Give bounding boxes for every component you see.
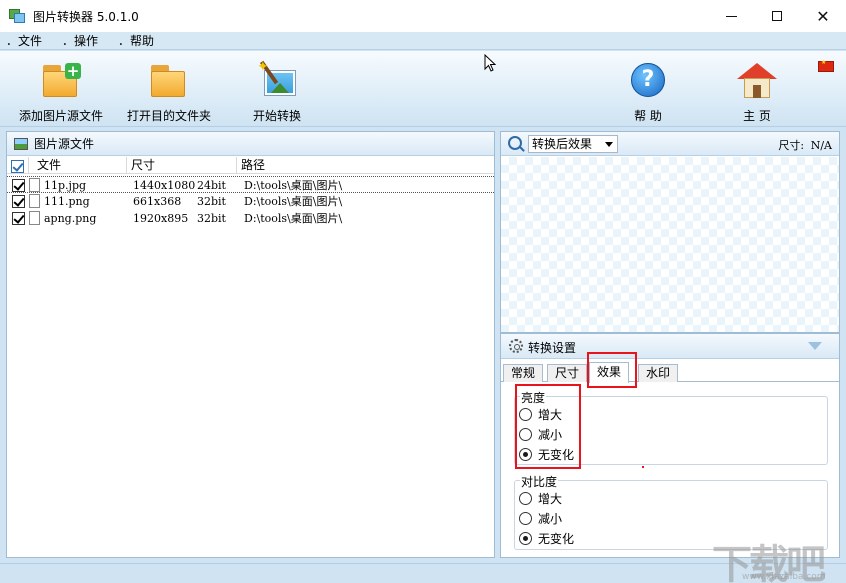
open-target-folder-button[interactable]: 打开目的文件夹: [126, 51, 212, 127]
folder-icon: [149, 63, 189, 99]
home-icon: [737, 63, 777, 99]
menu-operation[interactable]: ．操作: [62, 32, 98, 49]
size-label: 尺寸:: [778, 139, 805, 152]
title-bar: 图片转换器 5.0.1.0 ✕: [0, 0, 846, 32]
table-row[interactable]: 11p.jpg 1440x1080 24bit D:\tools\桌面\图片\: [7, 176, 494, 193]
open-target-label: 打开目的文件夹: [126, 109, 211, 123]
source-panel-header: 图片源文件: [7, 132, 494, 156]
minimize-button[interactable]: [708, 0, 754, 32]
tab-size[interactable]: 尺寸: [547, 364, 588, 382]
chevron-down-icon: [605, 142, 613, 147]
annotation-dot: [642, 466, 644, 468]
column-file[interactable]: 文件: [29, 157, 127, 174]
maximize-icon: [772, 11, 782, 21]
file-icon: [29, 211, 40, 225]
file-bit-depth: 32bit: [197, 195, 226, 208]
watermark-url: www.xiazaiba.com: [742, 572, 826, 582]
row-checkbox[interactable]: [12, 179, 25, 192]
file-path: D:\tools\桌面\图片\: [244, 212, 343, 225]
tab-general[interactable]: 常规: [503, 364, 544, 382]
home-label: 主 页: [743, 109, 771, 123]
image-icon: [14, 137, 28, 150]
preview-header: 转换后效果 尺寸: N/A: [501, 132, 839, 156]
settings-tabs: 常规 尺寸 效果 水印: [501, 362, 839, 383]
select-all-checkbox[interactable]: [11, 159, 24, 173]
collapse-arrow-icon[interactable]: [808, 342, 822, 350]
size-value: N/A: [810, 139, 832, 152]
tab-watermark[interactable]: 水印: [638, 364, 679, 382]
contrast-decrease-radio[interactable]: 减小: [519, 510, 562, 526]
contrast-title: 对比度: [520, 473, 559, 490]
preview-size: 尺寸: N/A: [778, 137, 832, 153]
source-files-panel: 图片源文件 文件 尺寸 路径 11p.jpg 1440x1080 24bit D…: [6, 131, 495, 558]
file-path: D:\tools\桌面\图片\: [244, 195, 343, 208]
window-title: 图片转换器 5.0.1.0: [33, 9, 139, 24]
close-icon: ✕: [816, 6, 830, 26]
file-bit-depth: 32bit: [197, 212, 226, 225]
add-source-button[interactable]: + 添加图片源文件: [18, 51, 104, 127]
china-flag-icon[interactable]: ★: [818, 59, 834, 72]
row-checkbox[interactable]: [12, 212, 25, 225]
start-convert-button[interactable]: ✦ 开始转换: [250, 51, 304, 127]
minimize-icon: [725, 15, 737, 17]
file-path: D:\tools\桌面\图片\: [244, 179, 343, 192]
add-folder-icon: +: [41, 63, 81, 99]
column-path[interactable]: 路径: [237, 157, 494, 174]
table-row[interactable]: apng.png 1920x895 32bit D:\tools\桌面\图片\: [7, 210, 494, 227]
contrast-nochange-radio[interactable]: 无变化: [519, 530, 574, 546]
contrast-increase-radio[interactable]: 增大: [519, 490, 562, 506]
radio-icon: [519, 511, 532, 525]
file-resolution: 661x368: [133, 195, 182, 208]
settings-title: 转换设置: [528, 341, 577, 355]
help-button[interactable]: ? 帮 助: [628, 51, 668, 127]
menu-bar: ．文件 ．操作 ．帮助: [0, 32, 846, 50]
file-icon: [29, 194, 40, 208]
preview-mode-select[interactable]: 转换后效果: [528, 135, 618, 153]
file-name: 11p.jpg: [44, 179, 87, 192]
menu-file[interactable]: ．文件: [6, 32, 42, 49]
preview-canvas: [501, 157, 839, 332]
table-row[interactable]: 111.png 661x368 32bit D:\tools\桌面\图片\: [7, 193, 494, 210]
file-name: 111.png: [44, 195, 90, 208]
column-size[interactable]: 尺寸: [127, 157, 237, 174]
home-button[interactable]: 主 页: [737, 51, 777, 127]
preview-panel: 转换后效果 尺寸: N/A: [500, 131, 840, 333]
radio-checked-icon: [519, 531, 532, 545]
file-resolution: 1440x1080: [133, 179, 196, 192]
help-icon: ?: [628, 63, 668, 99]
file-icon: [29, 178, 40, 192]
menu-help[interactable]: ．帮助: [118, 32, 154, 49]
brightness-highlight: [515, 384, 581, 469]
settings-header[interactable]: 转换设置: [501, 334, 839, 359]
preview-mode-value: 转换后效果: [532, 137, 593, 151]
app-icon: [9, 9, 25, 23]
file-list-header: 文件 尺寸 路径: [7, 157, 494, 174]
file-bit-depth: 24bit: [197, 179, 226, 192]
add-source-label: 添加图片源文件: [18, 109, 103, 123]
radio-icon: [519, 491, 532, 505]
effect-tab-highlight: [587, 352, 637, 388]
start-convert-label: 开始转换: [252, 109, 301, 123]
maximize-button[interactable]: [754, 0, 800, 32]
row-checkbox[interactable]: [12, 195, 25, 208]
close-button[interactable]: ✕: [800, 0, 846, 32]
file-name: apng.png: [44, 212, 97, 225]
zoom-icon[interactable]: [508, 136, 522, 150]
select-all-column: [7, 157, 29, 174]
file-resolution: 1920x895: [133, 212, 189, 225]
toolbar: + 添加图片源文件 打开目的文件夹 ✦ 开始转换 ? 帮 助 主 页: [0, 51, 846, 127]
help-label: 帮 助: [634, 109, 662, 123]
magic-wand-icon: ✦: [257, 59, 297, 99]
gear-icon: [509, 339, 523, 353]
source-panel-title: 图片源文件: [34, 137, 95, 151]
